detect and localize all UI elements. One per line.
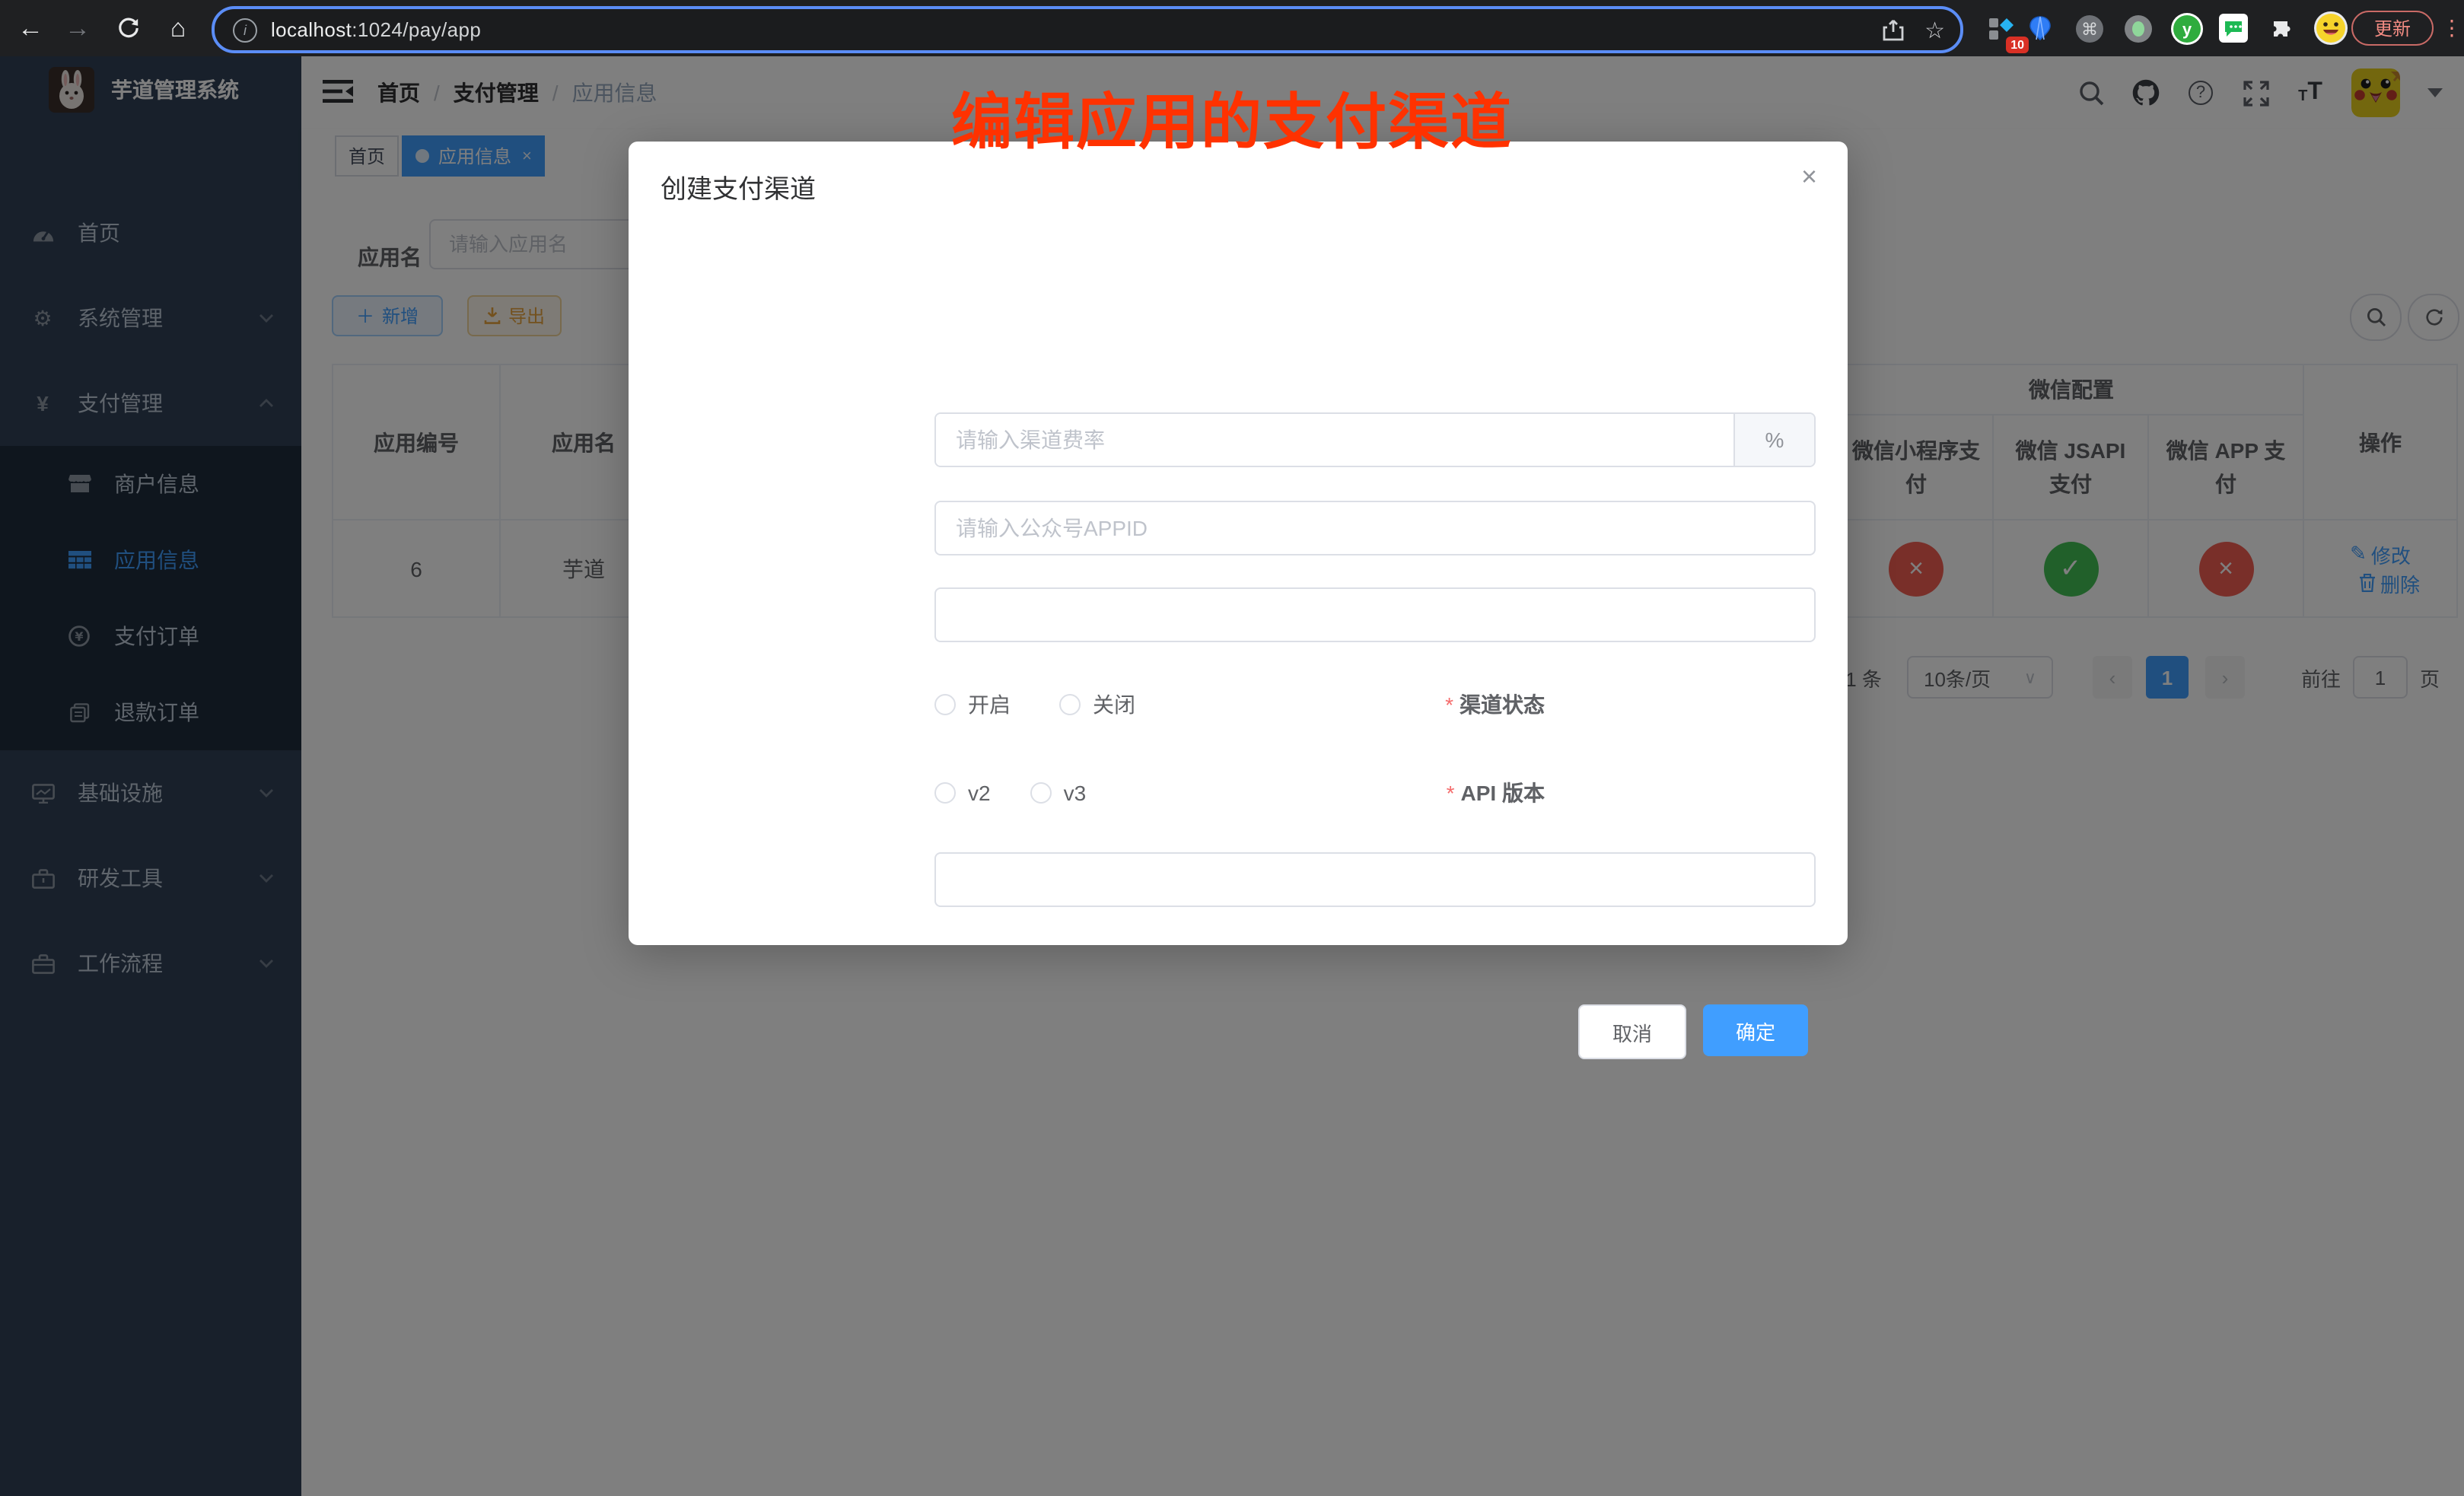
address-bar[interactable]: i localhost:1024/pay/app ☆: [212, 6, 1963, 53]
browser-reload-icon[interactable]: [108, 0, 148, 56]
extensions-puzzle-icon[interactable]: [2263, 9, 2301, 47]
api-v2-radio[interactable]: v2: [934, 781, 991, 805]
confirm-button[interactable]: 确定: [1703, 1004, 1808, 1056]
extension-balloon-icon[interactable]: [2021, 9, 2059, 47]
browser-menu-icon[interactable]: ⋮: [2441, 0, 2462, 56]
browser-update-button[interactable]: 更新: [2351, 11, 2434, 46]
field-remark: 备注: [629, 852, 1848, 907]
remark-input[interactable]: [934, 852, 1816, 907]
site-info-icon[interactable]: i: [233, 18, 257, 42]
extension-tabs-icon[interactable]: 10: [1982, 9, 2020, 47]
extension-recorder-icon[interactable]: [2119, 9, 2157, 47]
radio-circle-icon: [1059, 694, 1081, 715]
mp-appid-input[interactable]: [934, 501, 1816, 555]
share-icon[interactable]: [1882, 18, 1903, 41]
extension-chat-icon[interactable]: [2214, 9, 2252, 47]
radio-circle-icon: [1030, 782, 1052, 804]
dialog-footer: 取消 确定: [1578, 1004, 1808, 1059]
dialog-close-icon[interactable]: ×: [1801, 163, 1817, 190]
browser-forward-icon[interactable]: →: [58, 0, 97, 56]
status-open-radio[interactable]: 开启: [934, 689, 1011, 720]
field-merchant-id: *商户号: [629, 587, 1848, 642]
field-channel-status: *渠道状态 开启 关闭: [629, 677, 1848, 732]
field-api-version: *API 版本 v2 v3: [629, 766, 1848, 820]
svg-text:y: y: [2182, 19, 2192, 38]
percent-suffix: %: [1733, 414, 1814, 466]
status-closed-radio[interactable]: 关闭: [1059, 689, 1135, 720]
radio-circle-icon: [934, 782, 956, 804]
svg-text:⌘: ⌘: [2080, 20, 2097, 39]
url-text: localhost:1024/pay/app: [271, 18, 481, 41]
browser-toolbar: ← → ⌂ i localhost:1024/pay/app ☆ 10 ⌘: [0, 0, 2464, 56]
api-v3-radio[interactable]: v3: [1030, 781, 1087, 805]
dialog-title: 创建支付渠道: [661, 167, 816, 205]
field-channel-rate: *渠道费率 %: [629, 412, 1848, 467]
browser-profile-avatar[interactable]: [2312, 9, 2350, 47]
radio-circle-icon: [934, 694, 956, 715]
screen: ← → ⌂ i localhost:1024/pay/app ☆ 10 ⌘: [0, 0, 2464, 1496]
bookmark-star-icon[interactable]: ☆: [1924, 16, 1945, 43]
cancel-button[interactable]: 取消: [1578, 1004, 1686, 1059]
merchant-id-input[interactable]: [934, 587, 1816, 642]
create-pay-channel-dialog: 创建支付渠道 × *渠道费率 % *公众号APPID *商户号: [629, 142, 1848, 945]
browser-back-icon[interactable]: ←: [11, 0, 50, 56]
channel-rate-input[interactable]: [936, 414, 1733, 466]
browser-home-icon[interactable]: ⌂: [158, 0, 198, 56]
annotation-text: 编辑应用的支付渠道: [951, 73, 1513, 161]
extension-y-icon[interactable]: y: [2167, 9, 2205, 47]
field-mp-appid: *公众号APPID: [629, 501, 1848, 555]
extension-command-icon[interactable]: ⌘: [2070, 9, 2108, 47]
